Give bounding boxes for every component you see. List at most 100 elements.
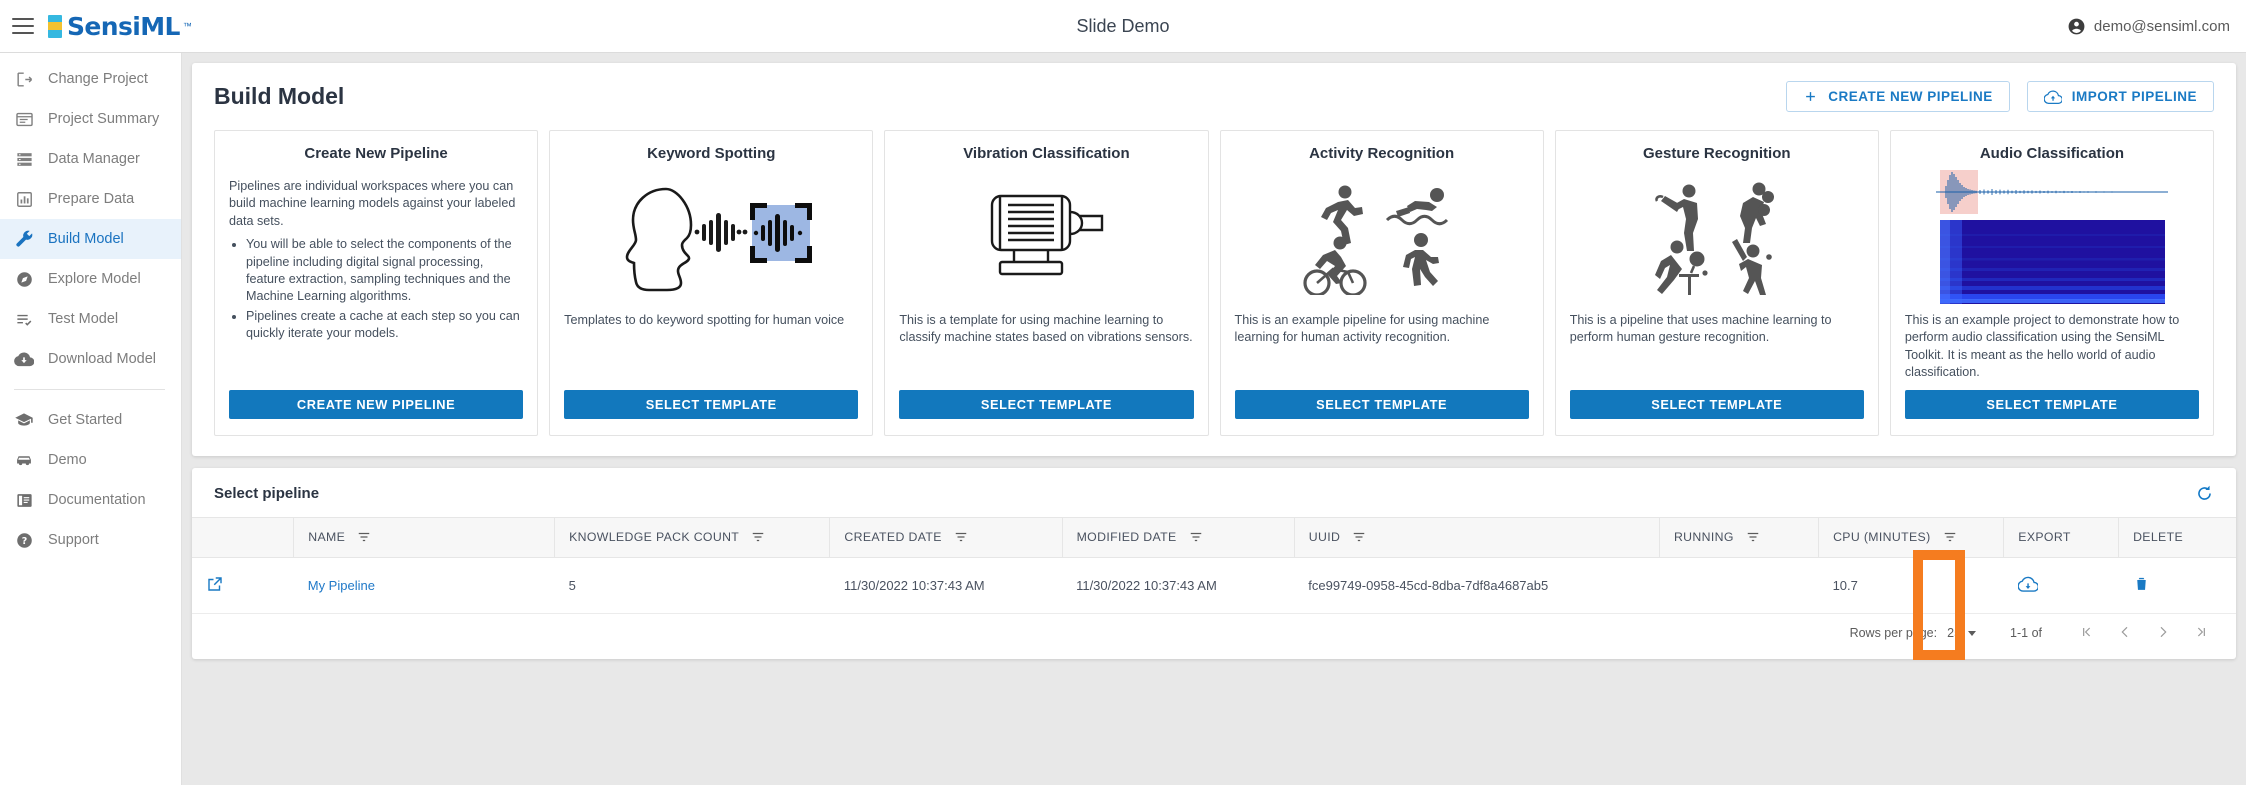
filter-icon[interactable]: [1189, 530, 1203, 544]
card-action-button[interactable]: SELECT TEMPLATE: [1569, 389, 1864, 419]
sidebar-item-explore-model[interactable]: Explore Model: [0, 259, 181, 299]
card-description: This is an example pipeline for using ma…: [1234, 313, 1490, 345]
th-running: RUNNING: [1658, 517, 1819, 557]
cell-modified-date: 11/30/2022 10:37:43 AM: [1062, 557, 1295, 614]
filter-icon[interactable]: [357, 530, 371, 544]
filter-icon[interactable]: [1943, 530, 1957, 544]
chevron-right-icon: [2160, 626, 2167, 637]
th-label: MODIFIED DATE: [1076, 530, 1177, 544]
open-pipeline-button[interactable]: [206, 575, 224, 593]
car-icon: [14, 450, 34, 470]
explore-compass-icon: [14, 269, 34, 289]
rows-per-page-label: Rows per page:: [1849, 626, 1938, 640]
card-vibration-classification[interactable]: Vibration Classification This is a templ…: [884, 130, 1209, 436]
pipeline-name-link[interactable]: My Pipeline: [308, 578, 375, 593]
card-create-new-pipeline[interactable]: Create New Pipeline Pipelines are indivi…: [214, 130, 539, 436]
next-page-button[interactable]: [2144, 624, 2182, 643]
build-model-panel: Build Model CREATE NEW PIPELINE IMPORT P…: [192, 63, 2236, 456]
cell-open: [192, 557, 294, 614]
chevron-left-icon: [2121, 626, 2128, 637]
sidebar-item-support[interactable]: ? Support: [0, 520, 181, 560]
sidebar-item-build-model[interactable]: Build Model: [0, 219, 181, 259]
sidebar-item-documentation[interactable]: Documentation: [0, 480, 181, 520]
table-row[interactable]: My Pipeline 5 11/30/2022 10:37:43 AM 11/…: [192, 557, 2236, 614]
rows-per-page-value: 25: [1947, 626, 1962, 640]
th-label: NAME: [308, 530, 346, 544]
hamburger-icon[interactable]: [12, 18, 34, 34]
playlist-check-icon: [14, 309, 34, 329]
card-bullet-list: You will be able to select the component…: [229, 236, 523, 342]
card-artwork-head-speech-waveform: [564, 168, 858, 306]
filter-icon[interactable]: [1746, 530, 1760, 544]
th-modified-date: MODIFIED DATE: [1061, 517, 1295, 557]
delete-pipeline-button[interactable]: [2133, 575, 2150, 592]
card-title: Keyword Spotting: [647, 145, 776, 162]
card-audio-classification[interactable]: Audio Classification This is an example …: [1889, 130, 2215, 436]
table-pagination: Rows per page: 25 1-1 of: [192, 614, 2236, 645]
card-title: Create New Pipeline: [304, 145, 448, 162]
card-action-button[interactable]: SELECT TEMPLATE: [564, 389, 859, 419]
card-spacer: [229, 344, 523, 389]
chevron-down-icon: [1968, 630, 1977, 636]
sensiml-logo[interactable]: SensiML ™: [48, 12, 192, 41]
th-uuid: UUID: [1293, 517, 1660, 557]
cloud-download-icon: [14, 349, 34, 369]
create-new-pipeline-button[interactable]: CREATE NEW PIPELINE: [1786, 81, 2010, 112]
first-page-icon: [2083, 627, 2091, 636]
sidebar-item-prepare-data[interactable]: Prepare Data: [0, 179, 181, 219]
table-caption: Select pipeline: [214, 484, 320, 502]
card-action-button[interactable]: SELECT TEMPLATE: [1234, 389, 1529, 419]
panel-header: Build Model CREATE NEW PIPELINE IMPORT P…: [214, 81, 2214, 112]
trash-icon: [2136, 577, 2146, 590]
th-name: NAME: [293, 517, 555, 557]
sidebar-item-download-model[interactable]: Download Model: [0, 339, 181, 379]
sidebar-item-data-manager[interactable]: Data Manager: [0, 139, 181, 179]
cell-knowledge-pack-count: 5: [554, 557, 830, 614]
card-activity-recognition[interactable]: Activity Recognition This is an example …: [1219, 130, 1544, 436]
first-page-button[interactable]: [2068, 624, 2106, 643]
sidebar-item-change-project[interactable]: Change Project: [0, 59, 181, 99]
card-spacer: [564, 329, 858, 389]
filter-icon[interactable]: [954, 530, 968, 544]
cell-name[interactable]: My Pipeline: [293, 557, 555, 614]
sidebar-divider: [14, 389, 165, 390]
import-pipeline-label: IMPORT PIPELINE: [2071, 89, 2197, 104]
card-keyword-spotting[interactable]: Keyword Spotting Templates to do keyword…: [549, 130, 874, 436]
table-header-bar: Select pipeline: [192, 468, 2236, 517]
th-label: KNOWLEDGE PACK COUNT: [569, 530, 740, 544]
cell-created-date: 11/30/2022 10:37:43 AM: [829, 557, 1063, 614]
sidebar-nav: Change Project Project Summary Data Mana…: [0, 53, 182, 785]
logo-mark-icon: [48, 14, 62, 38]
sidebar-item-project-summary[interactable]: Project Summary: [0, 99, 181, 139]
book-icon: [14, 490, 34, 510]
card-gesture-recognition[interactable]: Gesture Recognition This is a pipeline t…: [1554, 130, 1879, 436]
card-artwork-activity-pictograms: [1235, 168, 1529, 306]
logo-trademark: ™: [182, 21, 192, 31]
cell-running: [1659, 557, 1819, 614]
svg-text:?: ?: [21, 536, 27, 547]
filter-icon[interactable]: [751, 530, 765, 544]
card-spacer: [1235, 347, 1529, 390]
sidebar-item-test-model[interactable]: Test Model: [0, 299, 181, 339]
card-action-button[interactable]: CREATE NEW PIPELINE: [229, 389, 524, 419]
card-action-button[interactable]: SELECT TEMPLATE: [899, 389, 1194, 419]
account-circle-icon: [2068, 18, 2085, 35]
import-pipeline-button[interactable]: IMPORT PIPELINE: [2026, 81, 2214, 112]
card-bullet-item: Pipelines create a cache at each step so…: [246, 308, 523, 343]
sidebar-item-demo[interactable]: Demo: [0, 440, 181, 480]
refresh-button[interactable]: [2195, 484, 2214, 503]
card-artwork-electric-motor: [899, 168, 1193, 306]
refresh-icon: [2198, 485, 2211, 500]
cloud-upload-icon: [2043, 89, 2062, 104]
sidebar-item-label: Demo: [48, 452, 87, 468]
user-account[interactable]: demo@sensiml.com: [2067, 0, 2230, 53]
sidebar-item-get-started[interactable]: Get Started: [0, 400, 181, 440]
export-pipeline-button[interactable]: [2017, 574, 2039, 594]
filter-icon[interactable]: [1352, 530, 1366, 544]
card-title: Audio Classification: [1979, 145, 2125, 162]
card-action-button[interactable]: SELECT TEMPLATE: [1904, 389, 2200, 419]
prev-page-button[interactable]: [2106, 624, 2144, 643]
th-export: EXPORT: [2003, 517, 2119, 557]
last-page-button[interactable]: [2182, 624, 2220, 643]
rows-per-page-select[interactable]: 25: [1947, 626, 1977, 640]
